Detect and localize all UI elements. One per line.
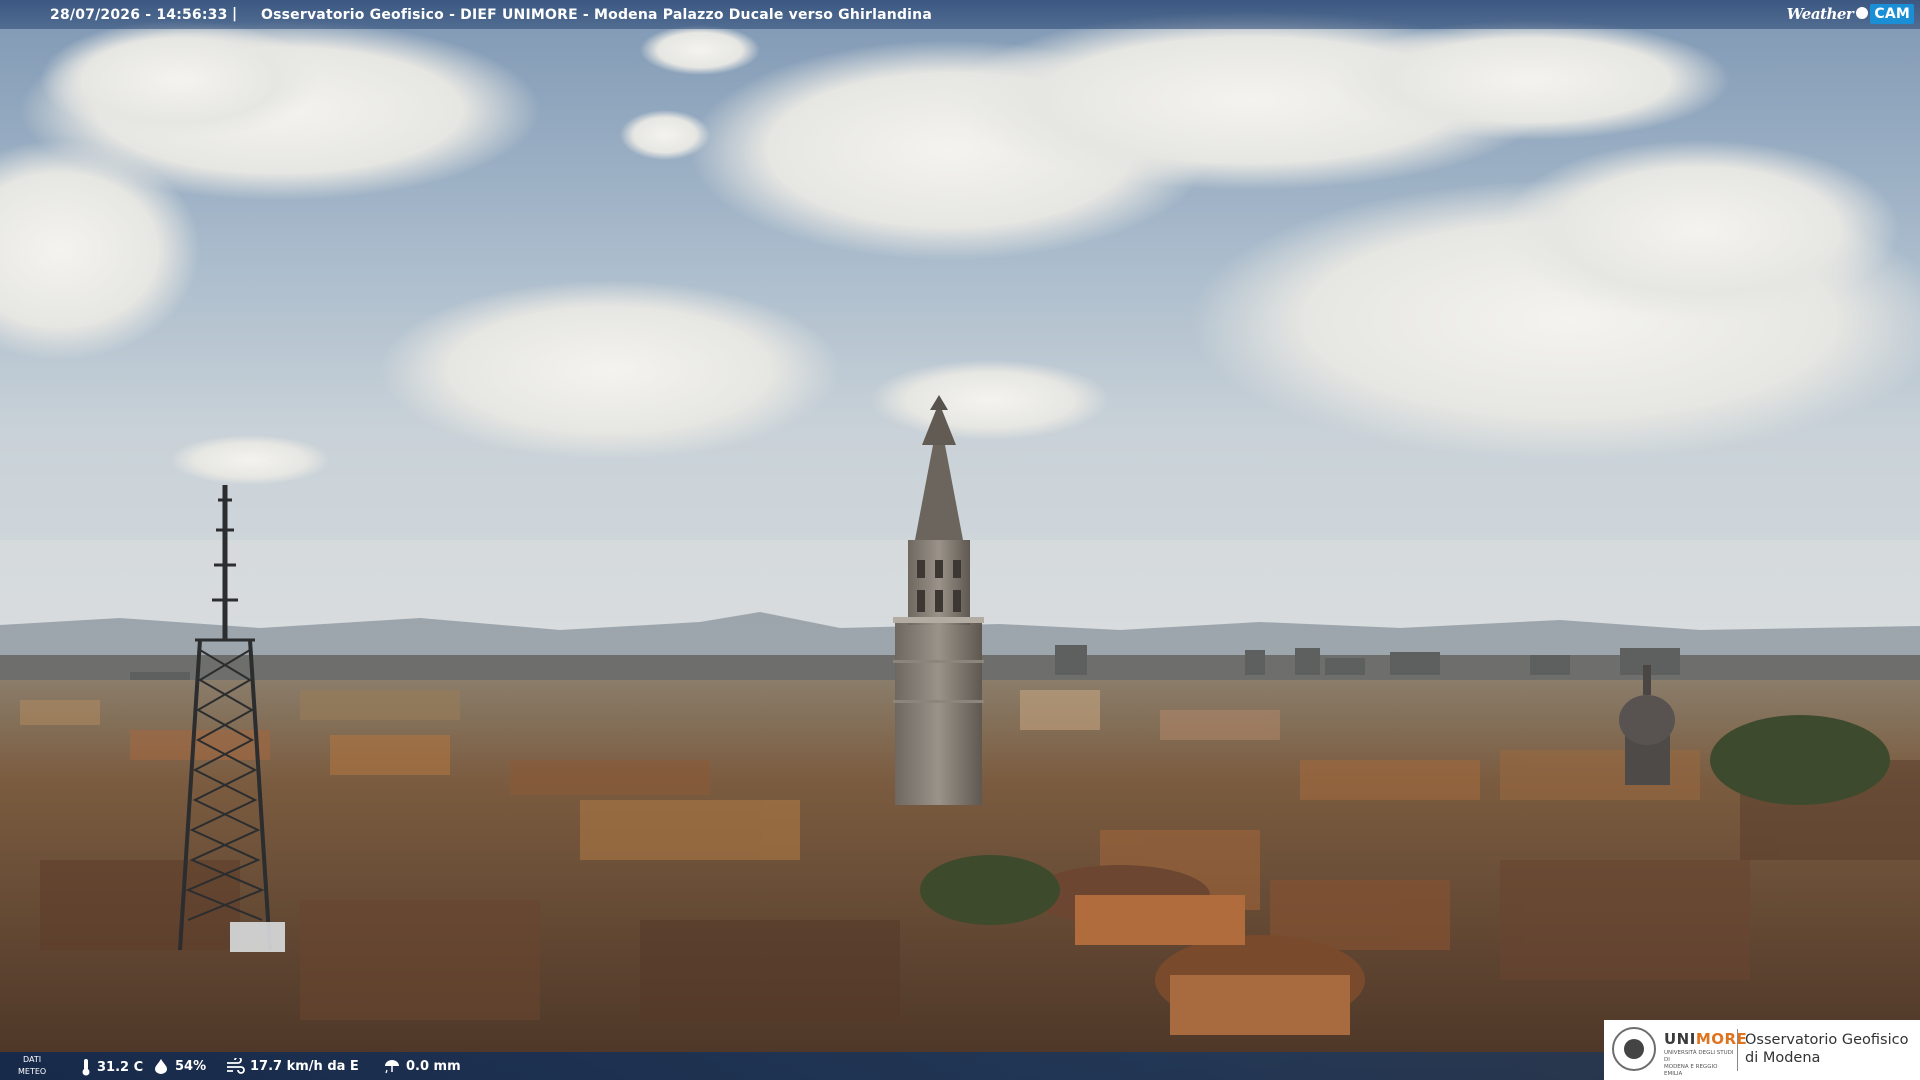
rain-value: 0.0 mm: [406, 1058, 461, 1074]
university-name: UNIVERSITÀ DEGLI STUDI DI MODENA E REGGI…: [1664, 1050, 1734, 1078]
unimore-uni: UNI: [1664, 1030, 1696, 1048]
separator: |: [232, 6, 238, 22]
dati-meteo-label: DATI METEO: [18, 1054, 46, 1078]
camera-title: Osservatorio Geofisico - DIEF UNIMORE - …: [261, 7, 932, 23]
observatory-line1: Osservatorio Geofisico: [1745, 1032, 1909, 1048]
timestamp: 28/07/2026 - 14:56:33: [50, 7, 228, 23]
wind-value: 17.7 km/h da E: [250, 1058, 359, 1074]
rain-gauge-icon: [385, 1060, 399, 1074]
university-seal-icon: [1612, 1027, 1656, 1071]
humidity-value: 54%: [175, 1058, 207, 1074]
temperature-metric: 31.2 C: [80, 1058, 143, 1076]
temperature-value: 31.2 C: [97, 1059, 144, 1075]
observatory-name: Osservatorio Geofisico di Modena: [1745, 1031, 1909, 1067]
brand-dot-icon: [1856, 7, 1869, 19]
university-line2: MODENA E REGGIO EMILIA: [1664, 1064, 1718, 1077]
webcam-scene: [0, 0, 1920, 1080]
observatory-line2: di Modena: [1745, 1050, 1821, 1066]
wind-metric: 17.7 km/h da E: [225, 1058, 359, 1074]
brand-weather: Weather: [1786, 5, 1854, 23]
dati-label: DATI: [23, 1055, 42, 1064]
humidity-metric: 54%: [152, 1058, 206, 1074]
top-info-bar: 28/07/2026 - 14:56:33 | Osservatorio Geo…: [0, 0, 1920, 29]
unimore-wordmark: UNIMORE: [1664, 1030, 1747, 1048]
rain-metric: 0.0 mm: [383, 1058, 461, 1074]
wind-icon: [227, 1058, 245, 1074]
brand-cam: CAM: [1870, 4, 1914, 24]
meteo-label: METEO: [18, 1067, 47, 1076]
logo-divider: [1737, 1029, 1738, 1071]
weathercam-logo: Weather CAM: [1787, 2, 1914, 26]
humidity-drop-icon: [155, 1059, 167, 1074]
unimore-more: MORE: [1695, 1030, 1748, 1048]
thermometer-icon: [82, 1059, 90, 1076]
university-line1: UNIVERSITÀ DEGLI STUDI DI: [1664, 1050, 1734, 1063]
unimore-logo-box: UNIMORE UNIVERSITÀ DEGLI STUDI DI MODENA…: [1604, 1020, 1920, 1080]
